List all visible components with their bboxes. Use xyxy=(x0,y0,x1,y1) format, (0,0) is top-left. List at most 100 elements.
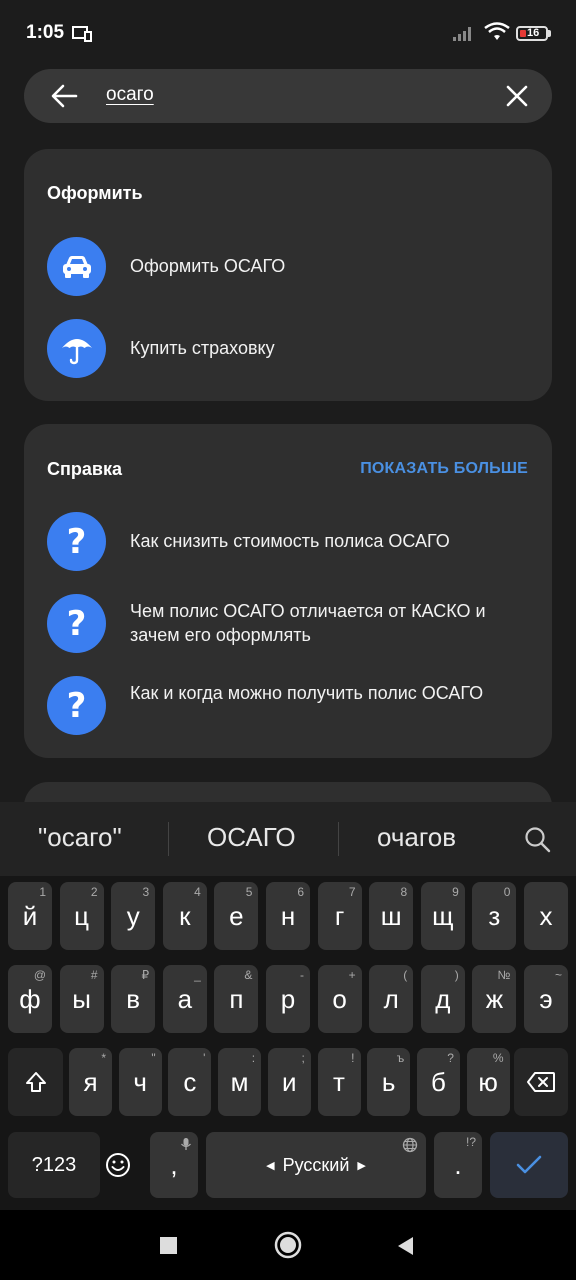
suggestion-1[interactable]: "осаго" xyxy=(38,822,122,853)
key-р[interactable]: р- xyxy=(266,965,310,1033)
key-ф[interactable]: ф @ xyxy=(8,965,52,1033)
key-hint: № xyxy=(497,968,511,982)
key-hint: ( xyxy=(403,968,408,982)
emoji-icon xyxy=(106,1153,130,1177)
key-hint: 3 xyxy=(142,885,150,899)
period-hint: !? xyxy=(465,1135,476,1149)
key-х[interactable]: х xyxy=(524,882,568,950)
space-key[interactable]: ◀ Русский ▶ xyxy=(206,1132,426,1198)
key-hint: ' xyxy=(203,1051,206,1065)
key-у[interactable]: у3 xyxy=(111,882,156,950)
key-letter: й xyxy=(22,900,38,931)
key-hint: 5 xyxy=(245,885,253,899)
key-н[interactable]: н6 xyxy=(266,882,310,950)
key-hint: % xyxy=(492,1051,504,1065)
key-щ[interactable]: щ9 xyxy=(420,882,465,950)
help-card: Справка ПОКАЗАТЬ БОЛЬШЕ ? Как снизить ст… xyxy=(24,424,552,758)
key-letter: ш xyxy=(380,900,402,931)
key-б[interactable]: б? xyxy=(416,1048,460,1116)
key-letter: ы xyxy=(72,983,91,1014)
enter-key[interactable] xyxy=(490,1132,568,1198)
backspace-key[interactable] xyxy=(514,1048,568,1116)
back-button[interactable] xyxy=(395,1235,415,1257)
key-ю[interactable]: ю% xyxy=(466,1048,510,1116)
key-letter: ж xyxy=(485,983,504,1014)
search-input[interactable]: осаго xyxy=(106,84,154,106)
wifi-icon xyxy=(484,22,510,40)
key-л[interactable]: л( xyxy=(369,965,414,1033)
key-ц[interactable]: ц2 xyxy=(59,882,104,950)
recents-button[interactable] xyxy=(160,1237,177,1254)
key-ч[interactable]: ч " xyxy=(118,1048,162,1116)
key-к[interactable]: к4 xyxy=(162,882,207,950)
item-label: Как снизить стоимость полиса ОСАГО xyxy=(130,531,450,551)
list-item[interactable]: ? Чем полис ОСАГО отличается от КАСКО и … xyxy=(47,594,537,654)
key-э[interactable]: э ~ xyxy=(524,965,568,1033)
key-я[interactable]: я * xyxy=(69,1048,112,1116)
microphone-icon xyxy=(181,1138,191,1150)
list-item[interactable]: Купить страховку xyxy=(47,319,537,379)
divider xyxy=(338,822,339,856)
show-more-button[interactable]: ПОКАЗАТЬ БОЛЬШЕ xyxy=(360,460,528,478)
key-hint: & xyxy=(244,968,253,982)
key-hint: : xyxy=(251,1051,256,1065)
key-letter: э xyxy=(539,983,553,1014)
key-letter: г xyxy=(334,900,345,931)
key-м[interactable]: м: xyxy=(218,1048,262,1116)
key-letter: б xyxy=(430,1066,446,1097)
key-hint: 0 xyxy=(503,885,511,899)
key-в[interactable]: в ₽ xyxy=(111,965,156,1033)
shift-key[interactable] xyxy=(8,1048,63,1116)
key-с[interactable]: с ' xyxy=(168,1048,212,1116)
key-hint: ! xyxy=(351,1051,355,1065)
list-item[interactable]: ? Как снизить стоимость полиса ОСАГО xyxy=(47,512,537,572)
key-hint: _ xyxy=(194,968,201,982)
emoji-key[interactable] xyxy=(96,1132,140,1198)
back-arrow-icon[interactable] xyxy=(50,83,78,109)
key-letter: е xyxy=(229,900,244,931)
clear-icon[interactable] xyxy=(504,83,530,109)
key-letter: в xyxy=(126,983,141,1014)
key-hint: 9 xyxy=(452,885,459,899)
list-item[interactable]: Оформить ОСАГО xyxy=(47,237,537,297)
key-letter: ч xyxy=(133,1066,147,1097)
period-key[interactable]: . !? xyxy=(434,1132,482,1198)
comma-key[interactable]: , xyxy=(150,1132,198,1198)
key-г[interactable]: г7 xyxy=(317,882,362,950)
key-ы[interactable]: ы # xyxy=(59,965,104,1033)
space-label: Русский xyxy=(282,1154,350,1175)
key-и[interactable]: и; xyxy=(267,1048,311,1116)
key-о[interactable]: о + xyxy=(317,965,362,1033)
key-ж[interactable]: ж № xyxy=(472,965,517,1033)
key-ш[interactable]: ш8 xyxy=(369,882,414,950)
chevron-right-icon: ▶ xyxy=(357,1159,366,1172)
key-д[interactable]: д) xyxy=(420,965,465,1033)
car-icon xyxy=(47,237,106,296)
key-letter: т xyxy=(333,1066,345,1097)
key-hint: # xyxy=(90,968,98,982)
suggestion-3[interactable]: очагов xyxy=(377,822,456,853)
key-hint: ? xyxy=(447,1051,454,1065)
search-bar[interactable]: осаго xyxy=(24,69,552,123)
key-hint: + xyxy=(348,968,356,982)
card-title: Оформить xyxy=(47,183,143,203)
key-т[interactable]: т! xyxy=(317,1048,361,1116)
key-letter: с xyxy=(183,1066,197,1097)
key-letter: ф xyxy=(19,983,41,1014)
umbrella-icon xyxy=(47,319,106,378)
key-hint: 4 xyxy=(194,885,201,899)
key-letter: м xyxy=(230,1066,249,1097)
home-button[interactable] xyxy=(274,1231,302,1259)
key-з[interactable]: з0 xyxy=(472,882,517,950)
divider xyxy=(168,822,169,856)
key-й[interactable]: й1 xyxy=(8,882,52,950)
suggestion-2[interactable]: ОСАГО xyxy=(207,822,296,853)
symbols-key[interactable]: ?123 xyxy=(8,1132,100,1198)
key-ь[interactable]: ьъ xyxy=(367,1048,411,1116)
key-е[interactable]: е5 xyxy=(214,882,259,950)
search-icon[interactable] xyxy=(524,826,552,854)
list-item[interactable]: ? Как и когда можно получить полис ОСАГО xyxy=(47,676,537,736)
key-а[interactable]: а _ xyxy=(162,965,207,1033)
battery-level: 16 xyxy=(527,27,540,39)
key-п[interactable]: п & xyxy=(214,965,259,1033)
